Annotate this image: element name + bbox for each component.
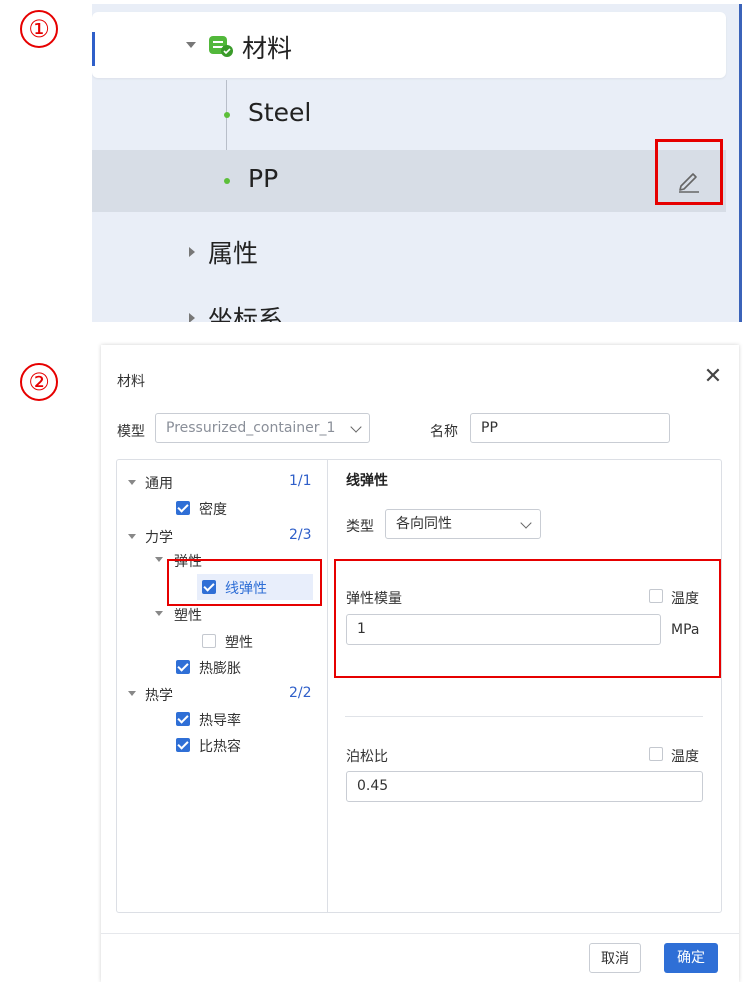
section-title: 线弹性: [346, 473, 388, 489]
count-thermal: 2/2: [289, 685, 312, 701]
expand-right-icon[interactable]: [189, 313, 195, 322]
collapse-icon[interactable]: [155, 611, 163, 616]
poisson-label: 泊松比: [346, 749, 388, 765]
pane-divider: [327, 459, 328, 913]
checkbox-density[interactable]: [176, 501, 190, 515]
model-select-value: Pressurized_container_1: [166, 420, 336, 436]
poisson-input[interactable]: 0.45: [346, 771, 703, 802]
expand-right-icon[interactable]: [189, 247, 195, 257]
count-general: 1/1: [289, 473, 312, 489]
panel-edge: [739, 4, 742, 322]
modulus-unit: MPa: [671, 622, 700, 638]
collapse-icon[interactable]: [128, 534, 136, 539]
checkbox-thermal-expansion[interactable]: [176, 660, 190, 674]
model-select[interactable]: Pressurized_container_1: [155, 413, 370, 443]
tree-heat-capacity[interactable]: 比热容: [199, 736, 241, 756]
modulus-label: 弹性模量: [346, 591, 402, 607]
poisson-temp-label: 温度: [671, 749, 699, 765]
tree-plastic-item[interactable]: 塑性: [225, 632, 253, 652]
tree-plastic[interactable]: 塑性: [174, 605, 202, 625]
modulus-input-value: 1: [357, 621, 366, 637]
tree-row-pp[interactable]: PP: [92, 150, 726, 212]
tree-row-materials[interactable]: 材料: [92, 12, 726, 78]
collapse-icon[interactable]: [155, 557, 163, 562]
type-select-value: 各向同性: [396, 516, 452, 532]
count-mechanics: 2/3: [289, 527, 312, 543]
material-tree-panel: 材料 Steel PP 属性 坐标系: [92, 4, 742, 322]
tree-item-pp: PP: [248, 164, 279, 193]
checkbox-poisson-temp[interactable]: [649, 747, 663, 761]
name-input[interactable]: PP: [470, 413, 670, 443]
expand-down-icon[interactable]: [186, 42, 196, 48]
tree-thermal-expansion[interactable]: 热膨胀: [199, 658, 241, 678]
checkbox-conductivity[interactable]: [176, 712, 190, 726]
tree-item-steel[interactable]: Steel: [248, 98, 311, 127]
steel-dot: [224, 112, 230, 118]
section-divider: [345, 716, 703, 717]
tree-mechanics[interactable]: 力学: [145, 527, 173, 547]
step-1-marker: ①: [20, 10, 58, 48]
ok-button[interactable]: 确定: [664, 943, 718, 973]
poisson-input-value: 0.45: [357, 778, 389, 794]
tree-label-properties[interactable]: 属性: [208, 234, 258, 270]
tree-thermal[interactable]: 热学: [145, 685, 173, 705]
chevron-down-icon: [350, 421, 362, 433]
pp-dot: [224, 178, 230, 184]
type-label: 类型: [346, 519, 374, 535]
chevron-down-icon: [520, 517, 532, 529]
cancel-button[interactable]: 取消: [589, 943, 641, 973]
name-label: 名称: [430, 424, 458, 440]
dialog-title: 材料: [117, 374, 145, 390]
database-icon: [209, 36, 233, 57]
tree-general[interactable]: 通用: [145, 473, 173, 493]
model-label: 模型: [117, 424, 145, 440]
type-select[interactable]: 各向同性: [385, 509, 541, 539]
tree-density[interactable]: 密度: [199, 499, 227, 519]
tree-conductivity[interactable]: 热导率: [199, 710, 241, 730]
collapse-icon[interactable]: [128, 480, 136, 485]
highlight-linear-elastic: [167, 559, 322, 606]
tree-label-coords[interactable]: 坐标系: [208, 300, 283, 322]
edit-highlight-box: [655, 139, 723, 205]
collapse-icon[interactable]: [128, 691, 136, 696]
modulus-input[interactable]: 1: [346, 614, 661, 645]
checkbox-plastic[interactable]: [202, 634, 216, 648]
name-input-value: PP: [481, 420, 498, 436]
active-indicator: [92, 32, 95, 66]
modulus-temp-label: 温度: [671, 591, 699, 607]
checkbox-modulus-temp[interactable]: [649, 589, 663, 603]
footer-divider: [101, 933, 739, 934]
step-2-marker: ②: [20, 363, 58, 401]
material-dialog: 材料 ✕ 模型 Pressurized_container_1 名称 PP 通用…: [101, 345, 739, 982]
checkbox-heat-capacity[interactable]: [176, 738, 190, 752]
tree-label-materials: 材料: [242, 34, 293, 63]
close-icon[interactable]: ✕: [701, 365, 725, 389]
